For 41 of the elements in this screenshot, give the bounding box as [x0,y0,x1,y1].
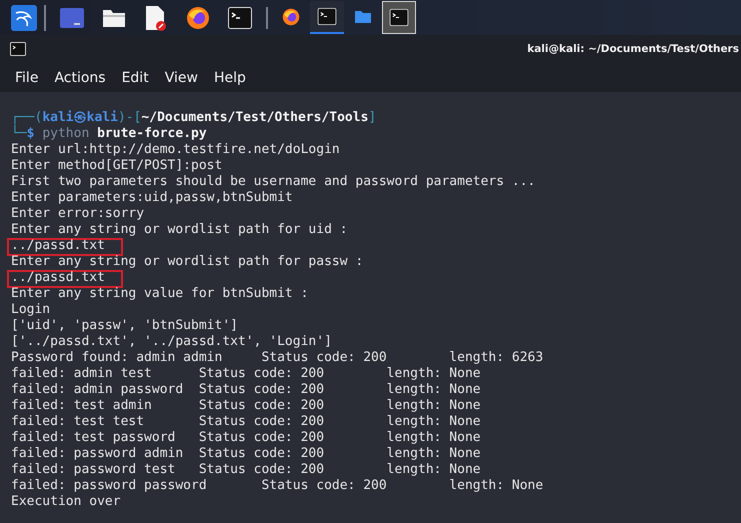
output-line: failed: test test Status code: 200 length: None [11,414,481,430]
output-line: failed: test password Status code: 200 length: None [11,430,481,446]
highlighted-output: ../passd.txt [7,238,123,256]
output-line: Execution over [11,494,121,510]
command-line: └─$ python brute-force.py [11,126,207,142]
workspace-icon[interactable] [60,8,84,28]
menu-item[interactable]: File [15,70,38,86]
output-line: Enter any string or wordlist path for passw : [11,254,364,270]
output-line: failed: admin password Status code: 200 length: None [11,382,481,398]
output-line: Password found: admin admin Status code: 200 length: 6263 [11,350,544,366]
output-line: ['uid', 'passw', 'btnSubmit'] [11,318,238,334]
window-title: kali@kali: ~/Documents/Test/Others [527,43,739,55]
dragon-logo-icon[interactable] [11,4,37,30]
output-line: ['../passd.txt', '../passd.txt', 'Login'] [11,334,332,350]
browser-globe-icon[interactable] [282,8,300,26]
terminal-icon[interactable] [228,6,252,28]
output-line: failed: test admin Status code: 200 length: None [11,398,481,414]
menu-item[interactable]: Actions [54,70,106,86]
terminal-icon[interactable] [317,8,337,25]
prompt-line: ┌──(kali㉿kali)-[~/Documents/Test/Others/Tools] [11,110,376,125]
output-line: Enter any string or wordlist path for uid : [11,222,348,238]
menu-item[interactable]: View [164,70,198,86]
highlighted-output: ../passd.txt [7,270,123,288]
output-line: Enter method[GET/POST]:post [11,158,222,174]
browser-globe-icon[interactable] [186,6,210,30]
output-line: Login [11,302,50,318]
terminal-icon[interactable] [389,9,409,26]
output-line: First two parameters should be username and password parameters ... [11,174,536,190]
output-line: failed: password admin Status code: 200 length: None [11,446,481,462]
output-line: Enter any string value for btnSubmit : [11,286,308,302]
output-line: Enter error:sorry [11,206,144,222]
terminal-icon [10,42,26,56]
output-line: Enter url:http://demo.testfire.net/doLogin [11,142,340,158]
output-line: Enter parameters:uid,passw,btnSubmit [11,190,293,206]
menu-item[interactable]: Edit [122,70,149,86]
folder-icon[interactable] [102,8,126,28]
output-line: failed: password test Status code: 200 length: None [11,462,481,478]
output-line: failed: password password Status code: 200 length: None [11,478,544,494]
menu-item[interactable]: Help [214,70,246,86]
output-line: failed: admin test Status code: 200 length: None [11,366,481,382]
document-edit-icon[interactable] [145,4,167,30]
